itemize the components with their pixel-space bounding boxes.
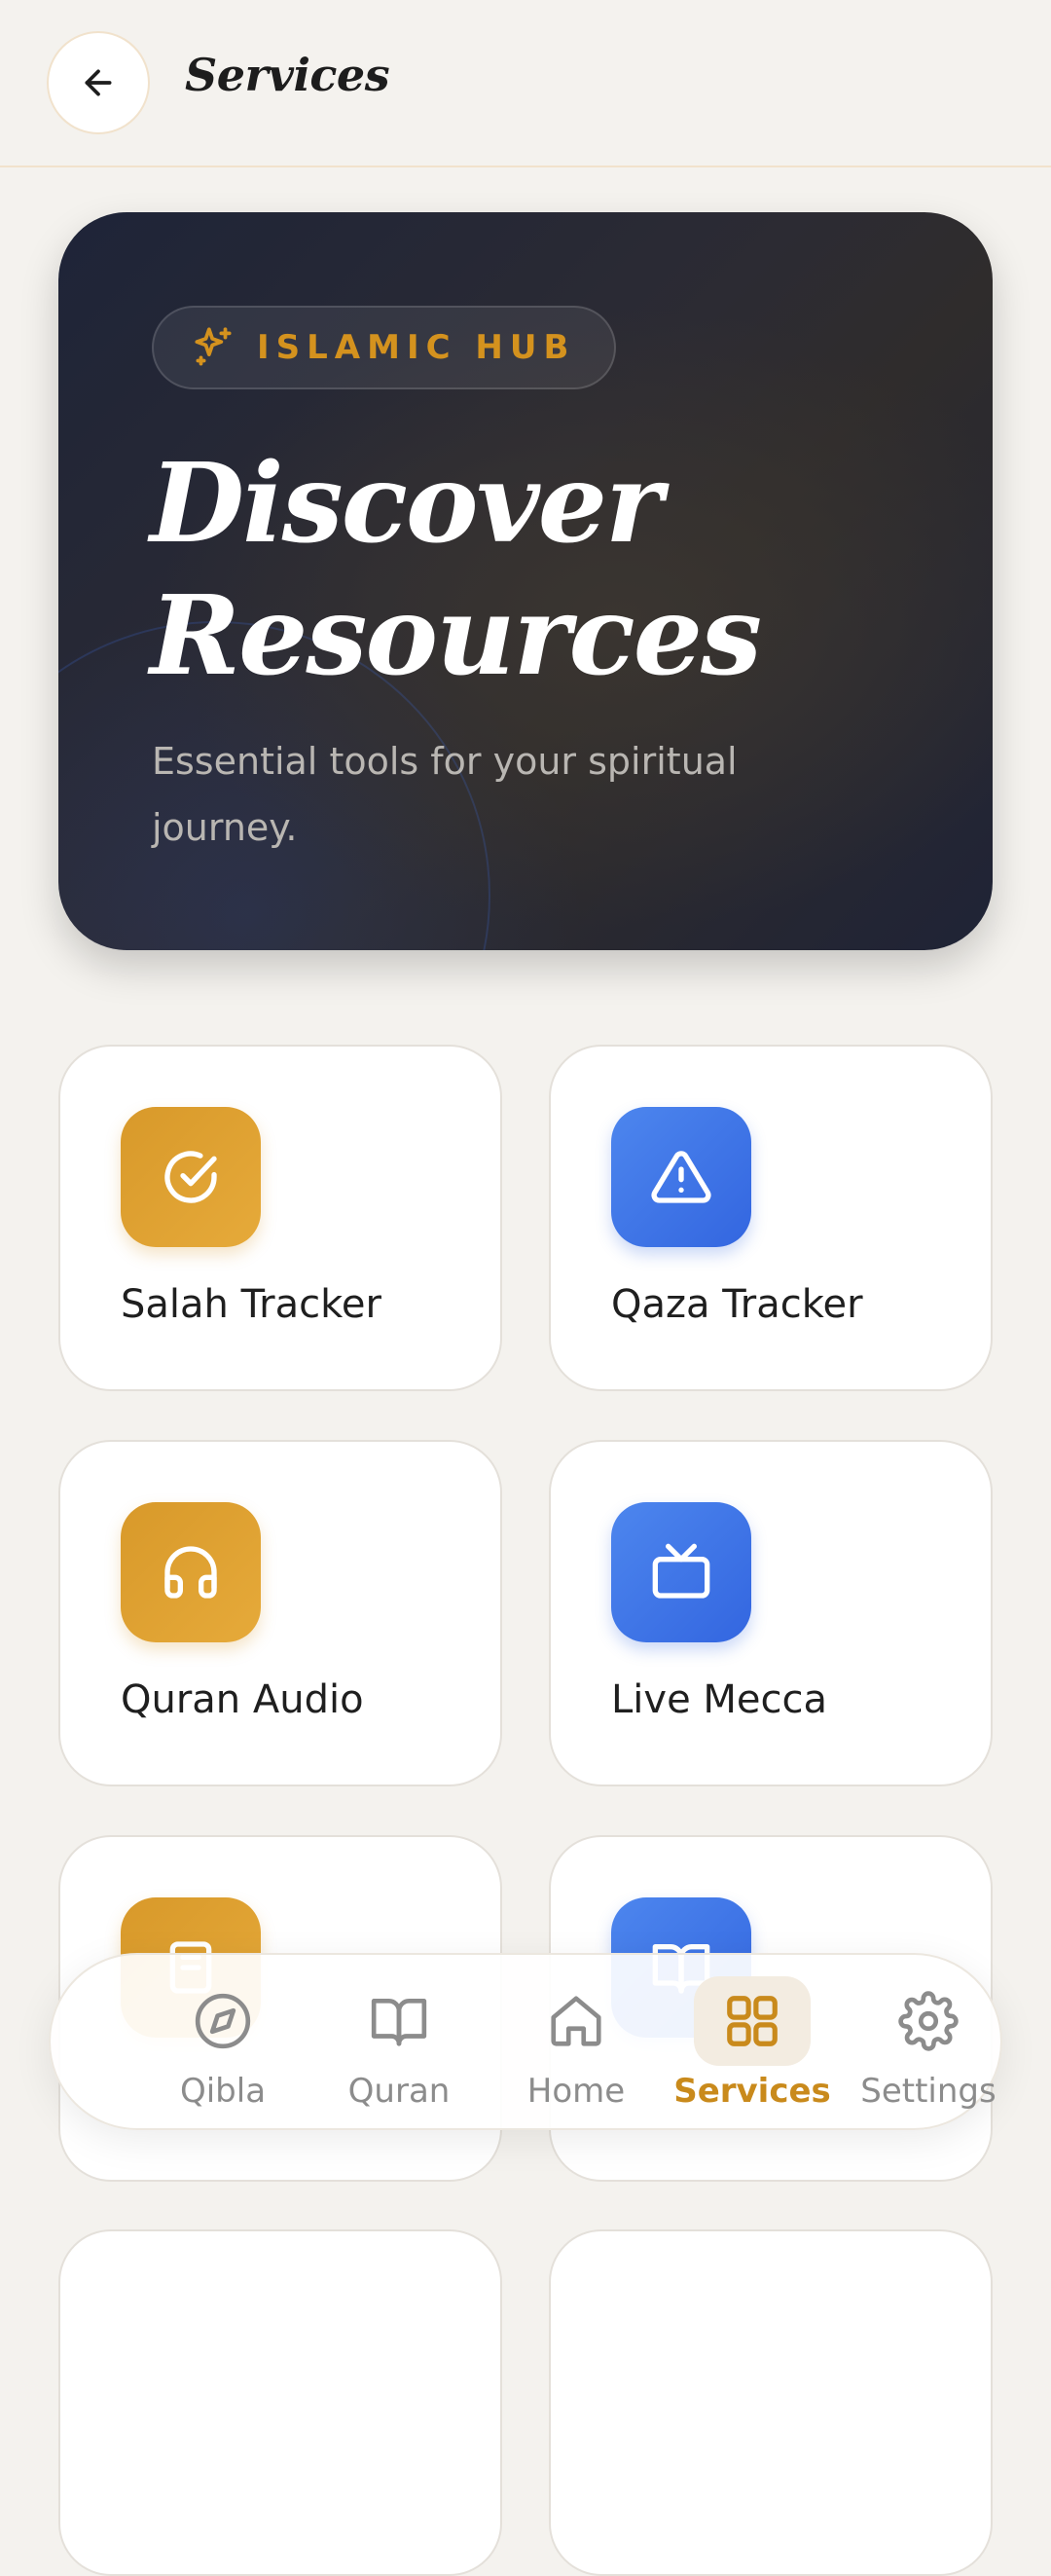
- service-label: Quran Audio: [121, 1677, 364, 1722]
- service-label: Qaza Tracker: [611, 1282, 863, 1327]
- home-icon: [551, 1996, 601, 2046]
- nav-label: Settings: [860, 2072, 997, 2111]
- service-card-partial[interactable]: [549, 2229, 993, 2576]
- service-icon-tile: [121, 1502, 261, 1642]
- service-label: Live Mecca: [611, 1677, 828, 1722]
- nav-icon-wrap: [341, 1976, 457, 2066]
- headphones-icon: [164, 1546, 217, 1599]
- nav-item-qibla[interactable]: Qibla: [140, 1976, 306, 2113]
- nav-item-services[interactable]: Services: [670, 1976, 835, 2113]
- nav-icon-wrap: [518, 1976, 634, 2066]
- hero-title-line1: Discover: [150, 440, 663, 568]
- nav-label: Services: [673, 2072, 831, 2111]
- check-circle-icon: [164, 1151, 217, 1203]
- service-card-qaza-tracker[interactable]: Qaza Tracker: [549, 1045, 993, 1391]
- nav-item-quran[interactable]: Quran: [316, 1976, 482, 2113]
- badge-label: ISLAMIC HUB: [257, 328, 576, 367]
- nav-label: Qibla: [179, 2072, 267, 2111]
- book-open-icon: [371, 1999, 427, 2046]
- nav-icon-wrap: [164, 1976, 281, 2066]
- service-card-quran-audio[interactable]: Quran Audio: [58, 1440, 502, 1786]
- page-title: Services: [185, 49, 390, 101]
- hero-title-line2: Resources: [150, 572, 762, 700]
- service-icon-tile: [611, 1107, 751, 1247]
- grid-icon: [727, 1996, 778, 2046]
- nav-item-home[interactable]: Home: [493, 1976, 659, 2113]
- tv-icon: [652, 1543, 710, 1599]
- service-card-partial[interactable]: [58, 2229, 502, 2576]
- nav-item-settings[interactable]: Settings: [846, 1976, 1011, 2113]
- service-card-live-mecca[interactable]: Live Mecca: [549, 1440, 993, 1786]
- nav-icon-wrap: [694, 1976, 811, 2066]
- bottom-navigation: Qibla Quran Home Services Settings: [49, 1953, 1002, 2130]
- warning-triangle-icon: [651, 1151, 711, 1203]
- back-button[interactable]: [47, 31, 150, 134]
- service-icon-tile: [611, 1502, 751, 1642]
- nav-label: Home: [526, 2072, 626, 2111]
- service-label: Salah Tracker: [121, 1282, 381, 1327]
- nav-label: Quran: [347, 2072, 451, 2111]
- hero-banner: ISLAMIC HUB Discover Resources Essential…: [58, 212, 993, 950]
- hero-subtitle: Essential tools for your spiritual journ…: [152, 740, 738, 849]
- sparkles-icon: [195, 327, 232, 366]
- hero-title: Discover Resources: [150, 438, 948, 703]
- service-icon-tile: [121, 1107, 261, 1247]
- islamic-hub-badge: ISLAMIC HUB: [152, 306, 617, 389]
- nav-icon-wrap: [870, 1976, 987, 2066]
- service-card-salah-tracker[interactable]: Salah Tracker: [58, 1045, 502, 1391]
- compass-icon: [195, 1993, 251, 2049]
- arrow-left-icon: [85, 69, 112, 96]
- top-app-bar: Services: [0, 0, 1051, 167]
- gear-icon: [898, 1991, 959, 2051]
